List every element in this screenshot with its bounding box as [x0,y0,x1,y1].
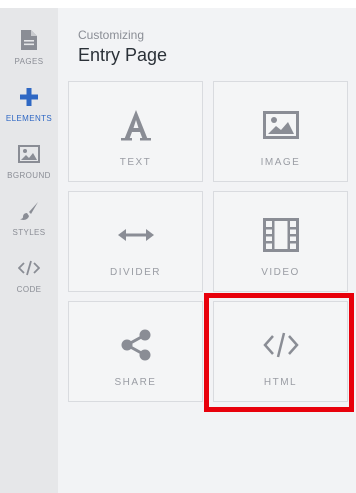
tile-label: TEXT [119,157,152,168]
share-icon [69,326,202,364]
tile-label: SHARE [114,377,157,388]
image-icon [214,106,347,144]
tile-label: DIVIDER [109,267,162,278]
sidebar-item-label: BGROUND [7,171,51,180]
sidebar-item-bground[interactable]: BGROUND [0,142,58,180]
tile-label: HTML [263,377,298,388]
app-window: PAGES ELEMENTS BGROUND STYLES CODE Custo… [0,8,356,493]
sidebar-item-label: PAGES [14,57,44,66]
plus-icon [17,85,41,109]
element-tile-video[interactable]: VIDEO [213,191,348,292]
sidebar-item-code[interactable]: CODE [0,256,58,294]
code-icon [214,326,347,364]
sidebar-item-elements[interactable]: ELEMENTS [0,85,58,123]
panel-subtitle: Customizing [78,28,145,42]
horizontal-arrows-icon [69,216,202,254]
sidebar-item-pages[interactable]: PAGES [0,28,58,66]
sidebar-item-styles[interactable]: STYLES [0,199,58,237]
sidebar-item-label: ELEMENTS [5,114,53,123]
tile-label: IMAGE [260,157,301,168]
sidebar: PAGES ELEMENTS BGROUND STYLES CODE [0,8,58,493]
elements-panel: Customizing Entry Page TEXT IMAGE DIVIDE… [58,8,356,493]
tile-label: VIDEO [261,267,300,278]
film-icon [214,216,347,254]
sidebar-item-label: STYLES [12,228,46,237]
code-icon [17,256,41,280]
element-tile-share[interactable]: SHARE [68,301,203,402]
image-icon [17,142,41,166]
sidebar-item-label: CODE [16,285,42,294]
element-tile-html[interactable]: HTML [213,301,348,402]
document-icon [17,28,41,52]
element-tile-divider[interactable]: DIVIDER [68,191,203,292]
text-icon [69,106,202,144]
element-tile-image[interactable]: IMAGE [213,81,348,182]
element-tile-text[interactable]: TEXT [68,81,203,182]
brush-icon [17,199,41,223]
page-title: Entry Page [78,45,168,65]
